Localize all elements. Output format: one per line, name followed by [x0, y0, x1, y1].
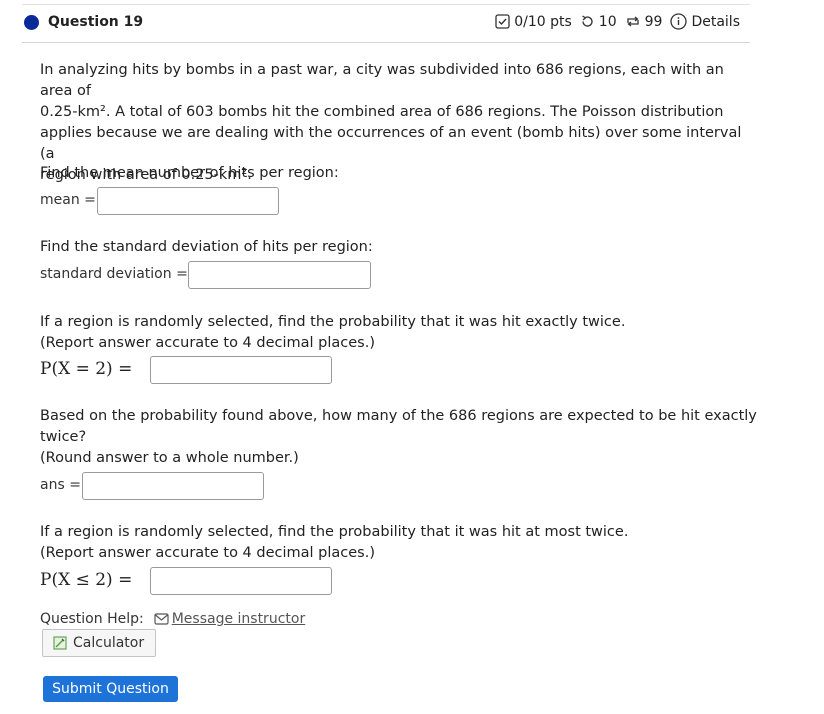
envelope-icon — [154, 613, 169, 625]
expected-note: (Round answer to a whole number.) — [40, 450, 299, 466]
question-meta: 0/10 pts 10 99 Details — [495, 13, 740, 30]
p2-label: P(X = 2) = — [40, 359, 133, 379]
sd-input[interactable] — [188, 261, 371, 289]
ple2-note: (Report answer accurate to 4 decimal pla… — [40, 545, 376, 561]
ple2-label: P(X ≤ 2) = — [40, 570, 133, 590]
expected-label: ans = — [40, 477, 81, 493]
info-icon[interactable] — [670, 13, 688, 30]
attempts-icon — [625, 14, 641, 29]
intro-line: In analyzing hits by bombs in a past war… — [40, 62, 724, 99]
intro-line: 0.25-km². A total of 603 bombs hit the c… — [40, 104, 724, 120]
expected-input[interactable] — [82, 472, 264, 500]
question-help: Question Help: Message instructor — [40, 611, 305, 627]
ple2-input[interactable] — [150, 567, 332, 595]
expected-prompt: twice? — [40, 429, 87, 445]
question-title: Question 19 — [48, 14, 144, 30]
help-label: Question Help: — [40, 611, 144, 627]
checkbox-icon — [495, 14, 510, 29]
submit-question-button[interactable]: Submit Question — [43, 676, 178, 702]
sd-prompt: Find the standard deviation of hits per … — [40, 239, 373, 255]
attempts-count: 99 — [644, 13, 663, 30]
p2-input[interactable] — [150, 356, 332, 384]
points-text: 0/10 pts — [514, 13, 572, 30]
p2-note: (Report answer accurate to 4 decimal pla… — [40, 335, 376, 351]
message-instructor-link[interactable]: Message instructor — [154, 611, 306, 627]
mean-input[interactable] — [97, 187, 279, 215]
calculator-button[interactable]: Calculator — [42, 629, 156, 657]
header-divider-bottom — [22, 42, 750, 43]
mean-label: mean = — [40, 192, 96, 208]
status-dot-icon — [24, 15, 39, 30]
ple2-prompt: If a region is randomly selected, find t… — [40, 524, 629, 540]
sd-label: standard deviation = — [40, 266, 188, 282]
calculator-icon — [53, 636, 67, 650]
calculator-label: Calculator — [73, 635, 145, 651]
intro-line: applies because we are dealing with the … — [40, 125, 742, 162]
retries-count: 10 — [598, 13, 617, 30]
mean-prompt: Find the mean number of hits per region: — [40, 165, 339, 181]
p2-prompt: If a region is randomly selected, find t… — [40, 314, 626, 330]
retry-icon — [580, 14, 595, 29]
expected-prompt: Based on the probability found above, ho… — [40, 408, 757, 424]
header-divider-top — [22, 4, 750, 5]
details-link[interactable]: Details — [691, 14, 740, 30]
message-instructor-text: Message instructor — [171, 611, 306, 627]
